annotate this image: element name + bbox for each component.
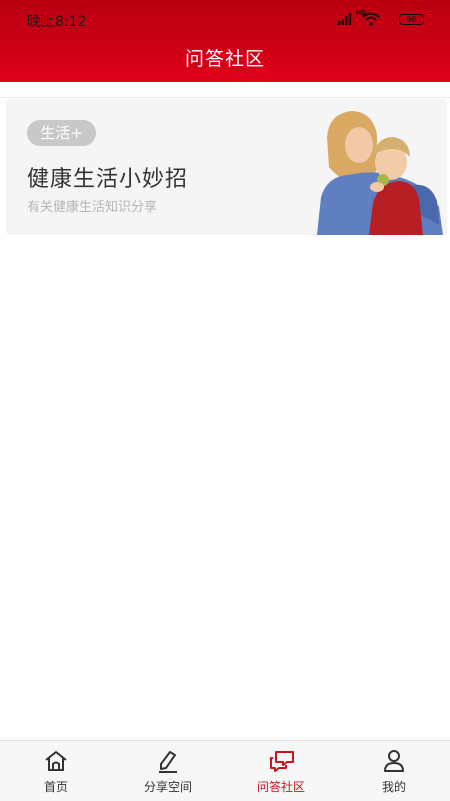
tab-mine-label: 我的: [381, 780, 406, 794]
divider: [0, 97, 450, 98]
category-tag: 生活+: [27, 120, 96, 146]
tab-home[interactable]: 首页: [0, 741, 112, 801]
status-time: 晚上8:12: [27, 14, 87, 30]
signal-icon: [338, 13, 352, 25]
tab-share-space-label: 分享空间: [143, 780, 192, 794]
card-title: 健康生活小妙招: [27, 167, 189, 192]
page-title: 问答社区: [184, 48, 265, 70]
status-icons: HD 96: [334, 9, 424, 27]
bottom-tab-bar: 首页 分享空间 问答社区 我的: [0, 740, 450, 801]
tab-home-label: 首页: [43, 780, 68, 794]
tab-qa-community[interactable]: 问答社区: [225, 741, 337, 801]
card-subtitle: 有关健康生活知识分享: [27, 200, 158, 215]
tab-mine[interactable]: 我的: [338, 741, 450, 801]
app-header: 晚上8:12 HD 96 问答社区: [0, 0, 450, 82]
home-icon: [45, 751, 67, 771]
battery-icon: 96: [399, 14, 424, 25]
mother-and-child-photo: [317, 111, 443, 235]
status-bar: 晚上8:12 HD 96: [0, 0, 450, 36]
tab-share-space[interactable]: 分享空间: [112, 741, 224, 801]
battery-level: 96: [406, 15, 417, 24]
pen-icon: [159, 751, 177, 773]
tab-qa-community-label: 问答社区: [256, 780, 305, 794]
person-icon: [384, 750, 404, 772]
wifi-icon: [362, 12, 380, 26]
chat-icon: [270, 751, 294, 772]
topic-card[interactable]: 生活+ 健康生活小妙招 有关健康生活知识分享: [6, 99, 447, 235]
